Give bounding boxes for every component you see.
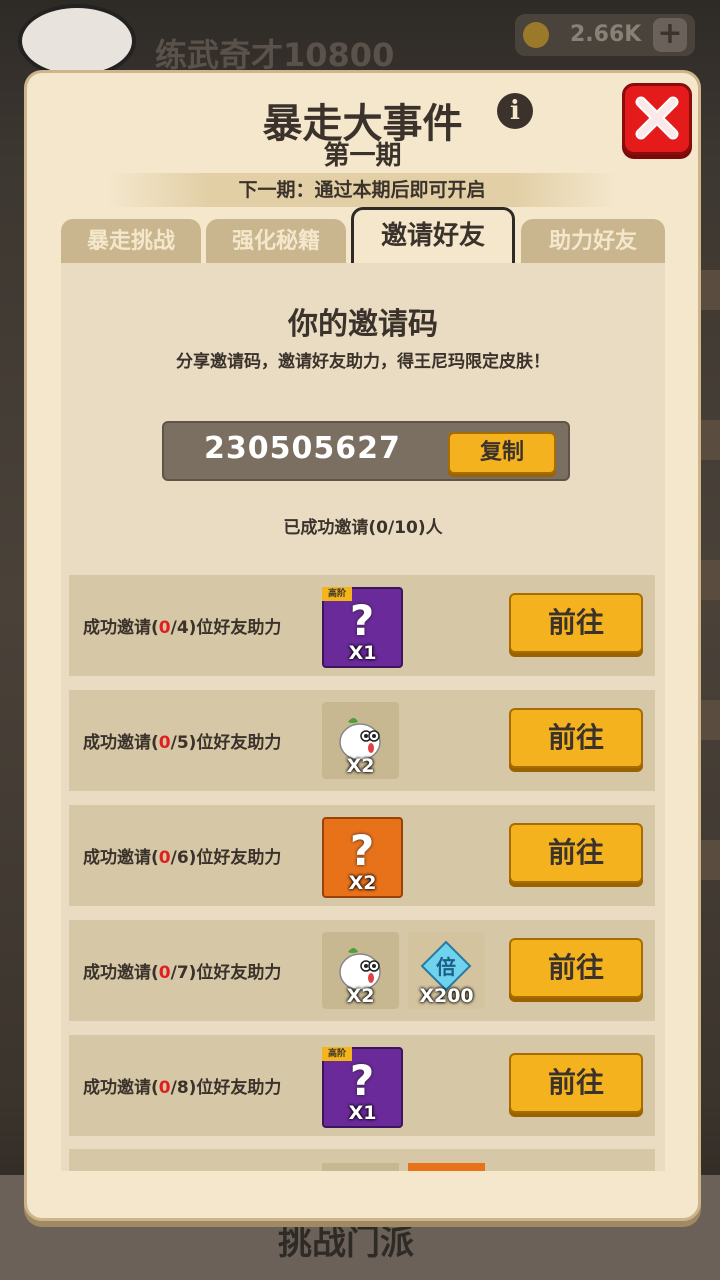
task-row: 成功邀请(0/8)位好友助力 高阶 ? X1 前往 [69, 1035, 655, 1136]
bottom-challenge-label: 挑战门派 [278, 1223, 414, 1263]
tab-enhance-manual[interactable]: 强化秘籍 [206, 219, 346, 263]
svg-text:倍: 倍 [436, 955, 456, 979]
background-top-bar: 练武奇才10800 2.66K + [0, 0, 720, 78]
tab-rampage-challenge[interactable]: 暴走挑战 [61, 219, 201, 263]
invite-description: 分享邀请码，邀请好友助力，得王尼玛限定皮肤！ [176, 352, 550, 372]
task-row: 成功邀请(0/7)位好友助力 X2 倍 X200 前往 [69, 920, 655, 1021]
invite-code-heading: 你的邀请码 [288, 307, 438, 342]
invite-code-box: 230505627 复制 [162, 421, 570, 481]
tab-bar: 暴走挑战 强化秘籍 邀请好友 助力好友 [61, 207, 665, 266]
task-row: 成功邀请(0/6)位好友助力 ? X2 前往 [69, 805, 655, 906]
copy-button[interactable]: 复制 [448, 432, 556, 474]
task-row: 成功邀请(0/5)位好友助力 X2 前往 [69, 690, 655, 791]
coin-icon [523, 22, 549, 48]
task-progress: 0 [158, 963, 171, 983]
reward-quantity: X1 [348, 642, 377, 664]
question-mark-icon: ? [349, 1056, 375, 1105]
reward-diamond-multiplier: 倍 X200 [408, 932, 485, 1009]
player-avatar [18, 4, 136, 78]
task-label: 成功邀请(0/7)位好友助力 [83, 963, 282, 983]
reward-quantity: X200 [419, 985, 474, 1007]
invite-code: 230505627 [204, 431, 401, 466]
close-icon [635, 96, 679, 140]
invite-panel: 你的邀请码 分享邀请码，邀请好友助力，得王尼玛限定皮肤！ 230505627 复… [61, 263, 665, 1171]
invited-status: 已成功邀请(0/10)人 [283, 518, 443, 538]
tab-help-friends[interactable]: 助力好友 [521, 219, 665, 263]
reward-purple-mystery-box: 高阶 ? X1 [322, 1047, 403, 1128]
reward-quantity: X2 [346, 755, 375, 777]
info-icon[interactable]: i [497, 93, 533, 129]
reward-quantity: X1 [348, 1102, 377, 1124]
task-progress: 0 [158, 733, 171, 753]
task-label: 成功邀请(0/5)位好友助力 [83, 733, 282, 753]
go-button[interactable]: 前往 [509, 823, 643, 883]
next-period-notice: 下一期：通过本期后即可开启 [107, 173, 617, 207]
period-label: 第一期 [323, 141, 402, 171]
task-progress: 0 [158, 848, 171, 868]
close-button[interactable] [622, 83, 692, 155]
currency-display: 2.66K + [515, 14, 695, 56]
add-currency-icon: + [653, 18, 687, 52]
event-modal: 暴走大事件 i 第一期 下一期：通过本期后即可开启 暴走挑战 强化秘籍 邀请好友… [24, 70, 701, 1221]
reward-purple-mystery-box: 高阶 ? X1 [322, 587, 403, 668]
task-label: 成功邀请(0/8)位好友助力 [83, 1078, 282, 1098]
reward-partial [322, 1163, 399, 1171]
reward-orange-mystery-outfit: ? X2 [322, 817, 403, 898]
task-row [69, 1149, 655, 1171]
question-mark-icon: ? [349, 596, 375, 645]
go-button[interactable]: 前往 [509, 708, 643, 768]
go-button[interactable]: 前往 [509, 938, 643, 998]
question-mark-icon: ? [349, 826, 375, 875]
reward-character-fragment: X2 [322, 702, 399, 779]
currency-value: 2.66K [570, 22, 642, 47]
reward-character-fragment: X2 [322, 932, 399, 1009]
reward-quantity: X2 [346, 985, 375, 1007]
reward-partial [408, 1163, 485, 1171]
reward-quantity: X2 [348, 872, 377, 894]
go-button[interactable]: 前往 [509, 1053, 643, 1113]
tab-invite-friends[interactable]: 邀请好友 [351, 207, 515, 266]
task-label: 成功邀请(0/4)位好友助力 [83, 618, 282, 638]
task-label: 成功邀请(0/6)位好友助力 [83, 848, 282, 868]
task-progress: 0 [158, 618, 171, 638]
go-button[interactable]: 前往 [509, 593, 643, 653]
task-progress: 0 [158, 1078, 171, 1098]
task-row: 成功邀请(0/4)位好友助力 高阶 ? X1 前往 [69, 575, 655, 676]
